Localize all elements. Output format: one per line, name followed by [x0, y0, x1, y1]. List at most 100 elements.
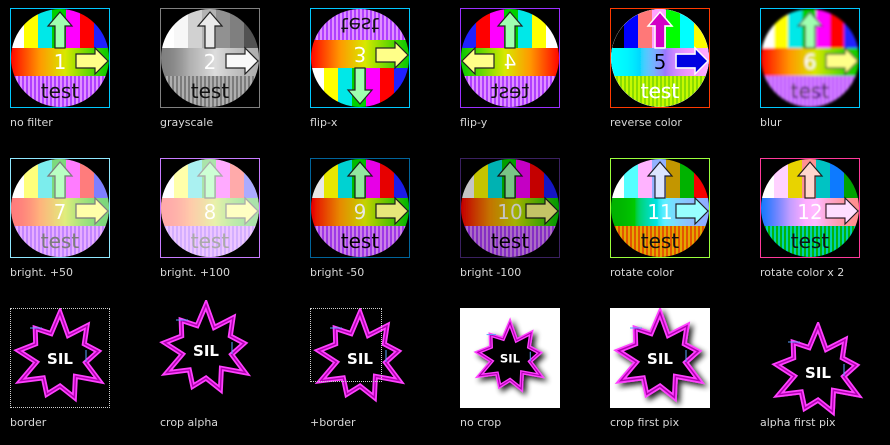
test-card-number: 9 [354, 200, 367, 224]
test-card-image: 10 test [461, 159, 559, 257]
test-card-word: test [641, 229, 680, 253]
thumbnail-caption: reverse color [610, 116, 682, 129]
test-card-number: 8 [204, 200, 217, 224]
filter-tile: 8 test bright. +100 [160, 158, 300, 288]
sil-badge-image: SIL [13, 308, 106, 403]
filter-tile: 9 test bright -50 [310, 158, 450, 288]
sil-badge-image: SIL [460, 308, 560, 408]
test-card-word: test [41, 229, 80, 253]
filter-tile: 6 test blur [760, 8, 890, 138]
thumbnail: 10 test [460, 158, 560, 258]
thumbnail-caption: crop alpha [160, 416, 219, 429]
thumbnail-caption: flip-y [460, 116, 488, 129]
filter-tile: 11 test rotate color [610, 158, 750, 288]
test-card-word: test [341, 13, 380, 37]
test-card-word: test [491, 79, 530, 103]
test-card-image: 1 test [11, 9, 109, 107]
filter-tile: SIL +border [310, 308, 450, 438]
filter-tile: 3 test flip-x [310, 8, 450, 138]
thumbnail: 9 test [310, 158, 410, 258]
filter-tile: 7 test bright. +50 [10, 158, 150, 288]
test-card-word: test [791, 229, 830, 253]
thumbnail-caption: grayscale [160, 116, 214, 129]
test-card-image: 11 test [611, 159, 709, 257]
test-card-word: test [191, 229, 230, 253]
sil-badge-text: SIL [347, 350, 373, 368]
sil-badge-text: SIL [647, 350, 673, 368]
test-card-image: 7 test [11, 159, 109, 257]
test-card-image: 12 test [761, 159, 859, 257]
test-card-number: 4 [504, 50, 517, 74]
thumbnail: SIL [460, 308, 560, 408]
filter-tile: 10 test bright -100 [460, 158, 600, 288]
thumbnail-caption: alpha first pix [760, 416, 836, 429]
test-card-image: 8 test [161, 159, 259, 257]
test-card-image: 6 test [761, 9, 859, 107]
test-card-number: 11 [647, 200, 672, 224]
test-card-image: 9 test [311, 159, 409, 257]
filter-tile: SIL border [10, 308, 150, 438]
thumbnail: 11 test [610, 158, 710, 258]
test-card-number: 3 [354, 42, 367, 66]
test-card-image: 5 test [611, 9, 709, 107]
test-card-number: 10 [497, 200, 522, 224]
filter-tile: SIL crop first pix [610, 308, 750, 438]
filter-tile: 5 test reverse color [610, 8, 750, 138]
test-card-number: 1 [54, 50, 67, 74]
thumbnail: SIL [768, 322, 864, 417]
thumbnail-caption: +border [310, 416, 356, 429]
thumbnail-caption: no crop [460, 416, 502, 429]
thumbnail-caption: no filter [10, 116, 53, 129]
thumbnail: 2 test [160, 8, 260, 108]
thumbnail-caption: flip-x [310, 116, 338, 129]
test-card-image: 4 test [461, 9, 559, 107]
thumbnail-caption: bright -50 [310, 266, 365, 279]
thumbnail: SIL [10, 308, 110, 408]
sil-badge-image: SIL [771, 322, 864, 417]
sil-badge-text: SIL [805, 364, 831, 382]
filter-tile: SIL alpha first pix [760, 308, 890, 438]
thumbnail: 7 test [10, 158, 110, 258]
thumbnail: 4 test [460, 8, 560, 108]
filter-tile: SIL crop alpha [159, 300, 300, 438]
test-card-word: test [791, 79, 830, 103]
thumbnail-caption: rotate color [610, 266, 674, 279]
thumbnail-caption: border [10, 416, 47, 429]
test-card-number: 2 [204, 50, 217, 74]
filter-tile: 2 test grayscale [160, 8, 300, 138]
thumbnail: 8 test [160, 158, 260, 258]
sil-badge-image: SIL [313, 308, 406, 403]
test-card-word: test [41, 79, 80, 103]
thumbnail: 3 test [310, 8, 410, 108]
thumbnail-caption: blur [760, 116, 782, 129]
filter-tile: 4 test flip-y [460, 8, 600, 138]
test-card-number: 6 [804, 50, 817, 74]
thumbnail: SIL [310, 308, 406, 403]
sil-badge-text: SIL [47, 350, 73, 368]
test-card-number: 5 [654, 50, 667, 74]
thumbnail: 12 test [760, 158, 860, 258]
thumbnail-caption: bright. +100 [160, 266, 231, 279]
thumbnail: SIL [610, 308, 710, 408]
test-card-number: 7 [54, 200, 67, 224]
thumbnail-caption: bright. +50 [10, 266, 74, 279]
thumbnail: SIL [156, 300, 252, 395]
thumbnail: 5 test [610, 8, 710, 108]
test-card-word: test [491, 229, 530, 253]
test-card-image: 3 test [311, 9, 409, 107]
test-card-word: test [191, 79, 230, 103]
sil-badge-image: SIL [159, 300, 252, 395]
sil-badge-image: SIL [610, 308, 710, 408]
thumbnail: 6 test [760, 8, 860, 108]
sil-badge-text: SIL [193, 342, 219, 360]
test-card-word: test [341, 229, 380, 253]
thumbnail-caption: crop first pix [610, 416, 680, 429]
filter-tile: 12 test rotate color x 2 [760, 158, 890, 288]
thumbnail-caption: rotate color x 2 [760, 266, 845, 279]
test-card-number: 12 [797, 200, 822, 224]
filter-tile: SIL no crop [460, 308, 600, 438]
thumbnail: 1 test [10, 8, 110, 108]
sil-badge-text: SIL [500, 352, 521, 366]
test-card-image: 2 test [161, 9, 259, 107]
test-card-word: test [641, 79, 680, 103]
